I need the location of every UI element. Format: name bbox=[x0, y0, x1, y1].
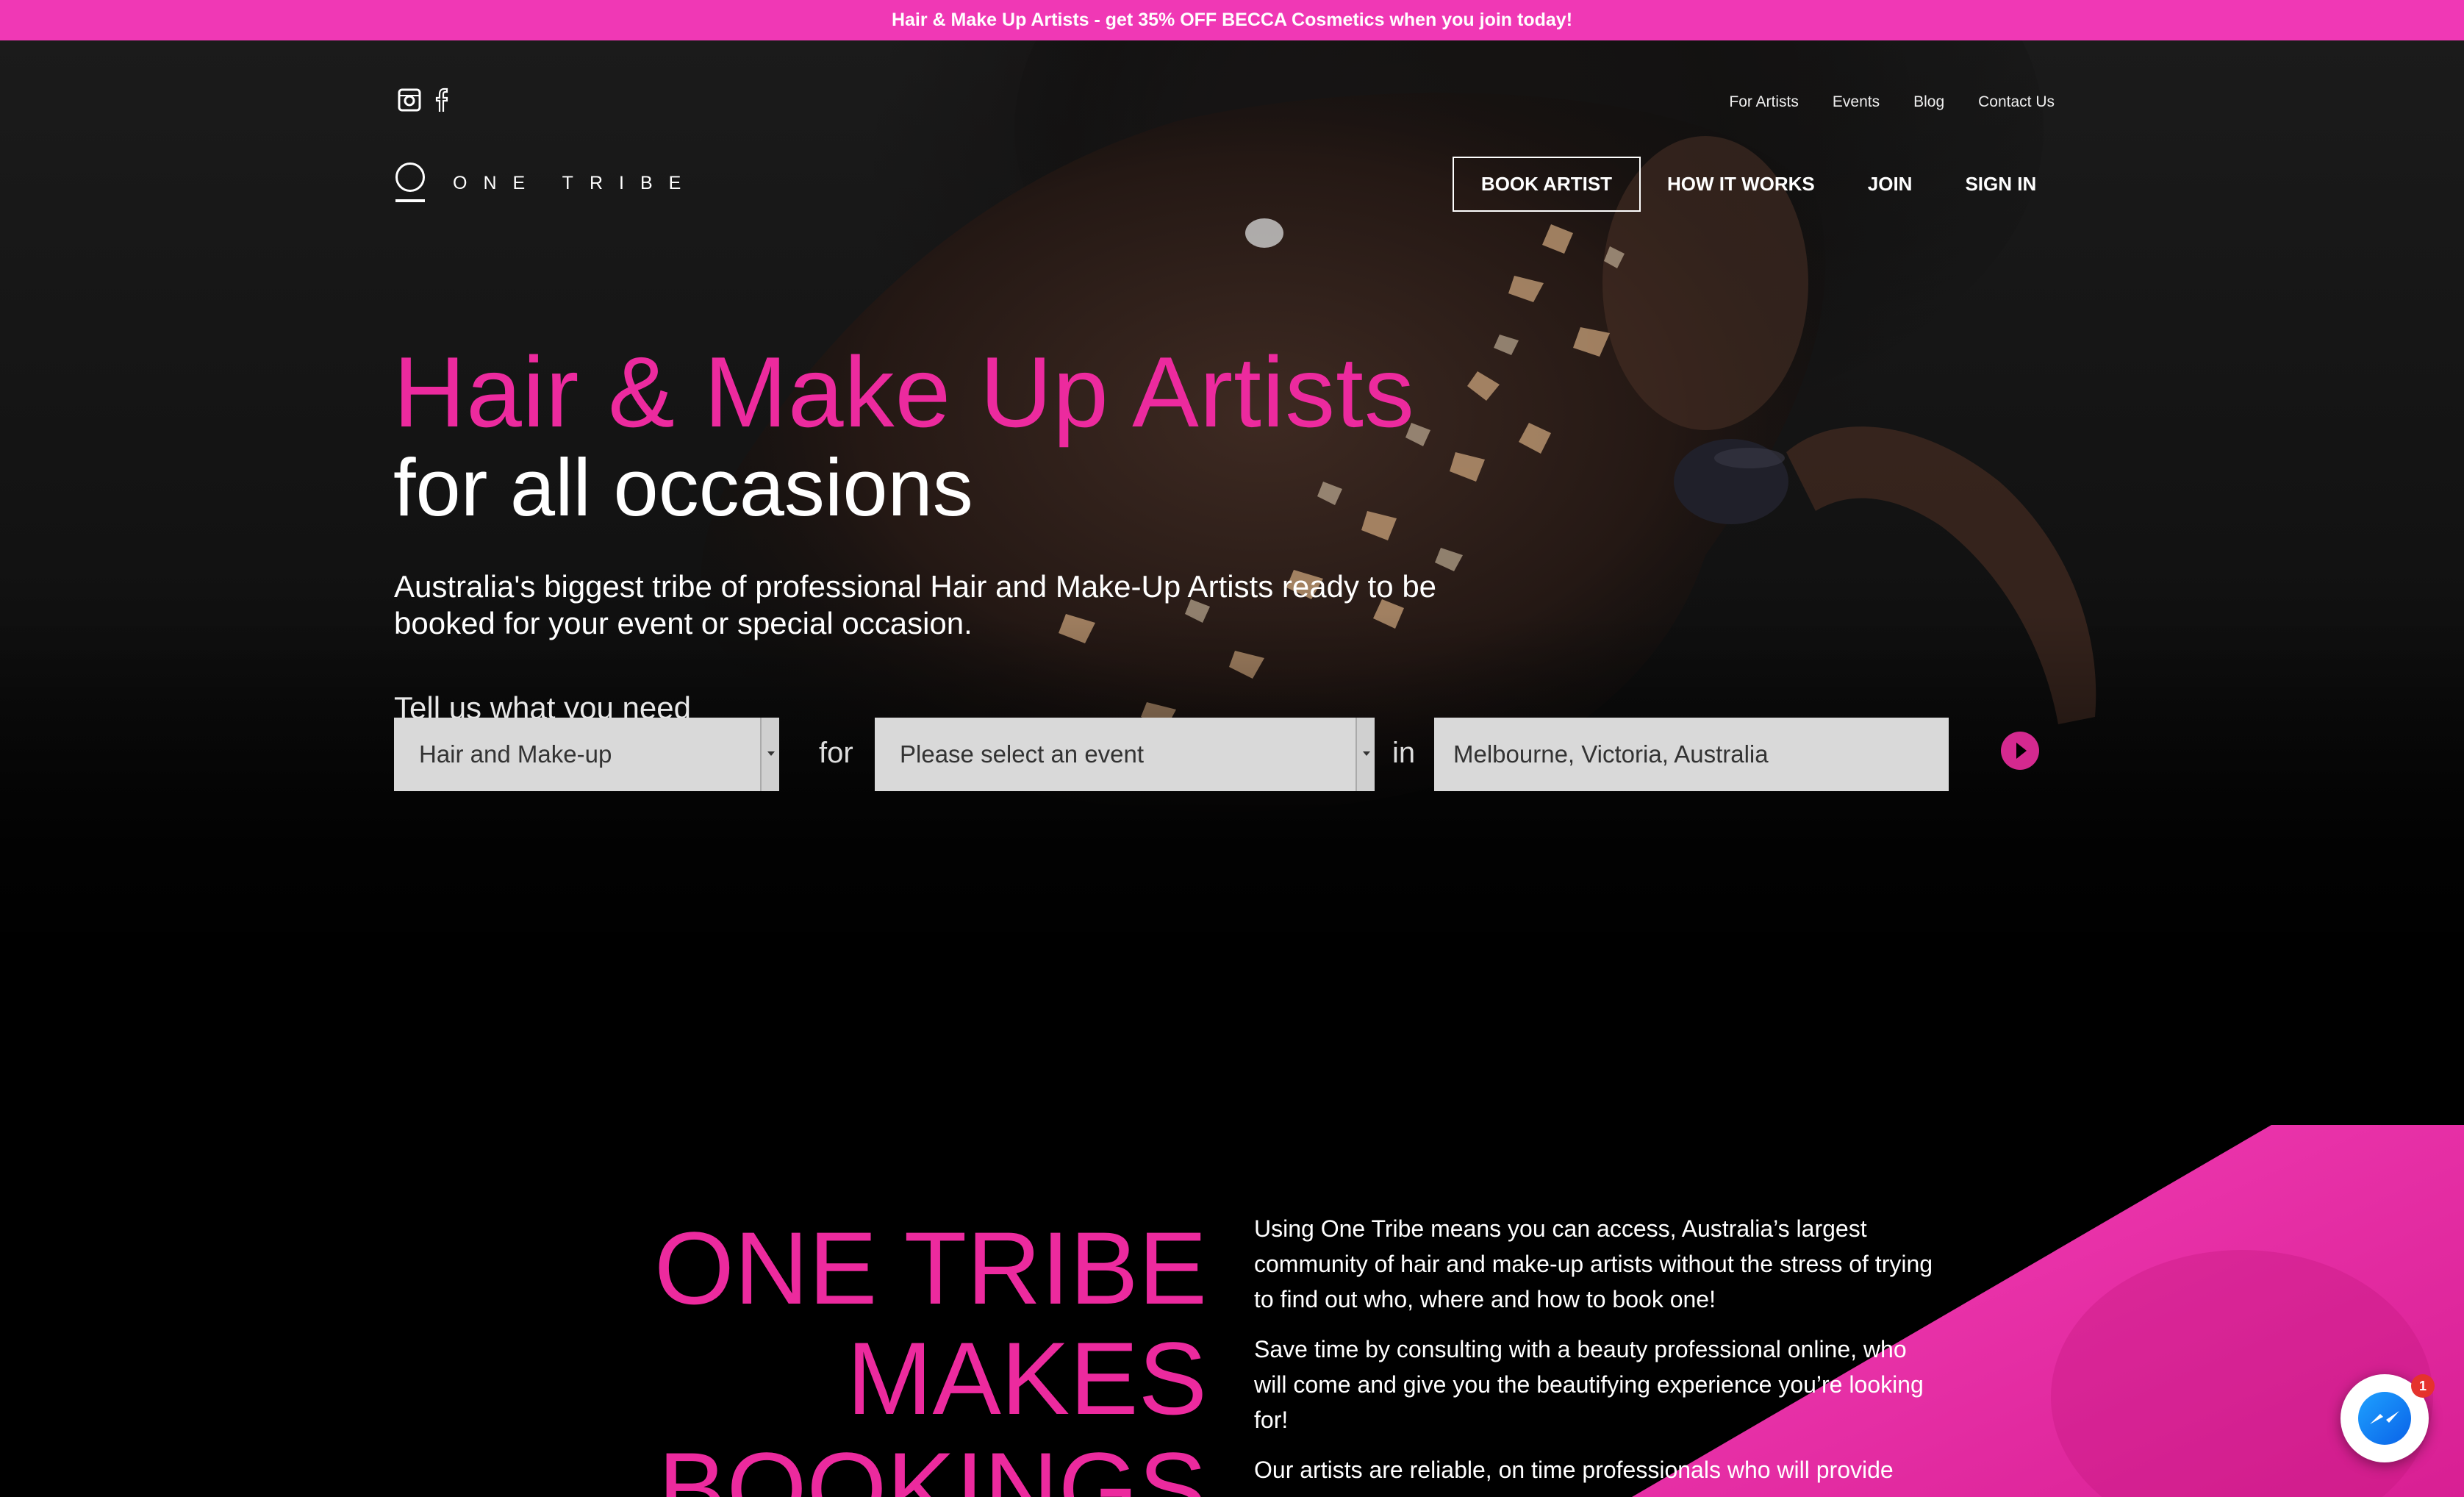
notification-badge: 1 bbox=[2411, 1374, 2435, 1398]
about-paragraph: Our artists are reliable, on time profes… bbox=[1254, 1457, 1894, 1483]
about-heading-line: ONE TRIBE bbox=[653, 1210, 1207, 1326]
about-heading-line: BOOKINGS bbox=[658, 1431, 1207, 1497]
messenger-chat-button[interactable]: 1 bbox=[2341, 1374, 2435, 1462]
about-body: Using One Tribe means you can access, Au… bbox=[1254, 1211, 1945, 1497]
pink-decorative-shape bbox=[1632, 1125, 2464, 1497]
about-heading: ONE TRIBE MAKES BOOKINGS bbox=[654, 1213, 1207, 1497]
about-paragraph: Save time by consulting with a beauty pr… bbox=[1254, 1336, 1924, 1433]
about-paragraph: Using One Tribe means you can access, Au… bbox=[1254, 1215, 1933, 1312]
about-heading-line: MAKES bbox=[846, 1321, 1207, 1436]
messenger-icon bbox=[2358, 1392, 2411, 1445]
